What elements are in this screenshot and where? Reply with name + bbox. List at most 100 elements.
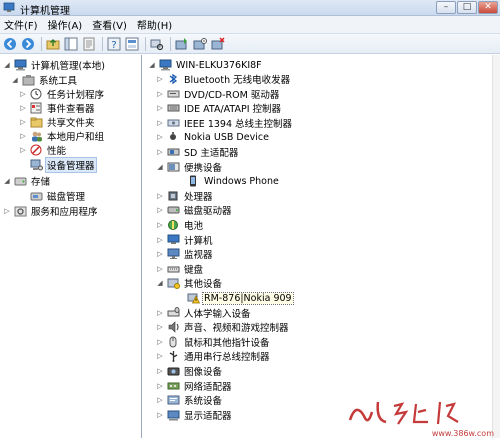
expand-arrow-icon[interactable]: ▷ [18, 103, 28, 113]
device-category-bluetooth[interactable]: ▷ Bluetooth 无线电收发器 [155, 72, 291, 86]
expand-arrow-icon[interactable]: ▷ [2, 206, 12, 216]
tree-item-system-tools[interactable]: ◢ 系统工具 [10, 73, 78, 87]
expand-arrow-icon[interactable]: ▷ [155, 132, 165, 142]
device-category-monitor[interactable]: ▷ 监视器 [155, 247, 214, 261]
show-scope-icon[interactable] [124, 36, 140, 52]
menu-view[interactable]: 查看(V) [92, 17, 127, 32]
device-label: SD 主适配器 [184, 148, 239, 159]
usbctrl-icon [166, 350, 180, 363]
tree-item-computer-management[interactable]: ◢ 计算机管理(本地) [2, 58, 106, 72]
computer-management-icon [3, 2, 15, 12]
tree-item-event-viewer[interactable]: ▷ 事件查看器 [18, 101, 96, 115]
vertical-scrollbar[interactable] [492, 55, 500, 438]
collapse-arrow-icon[interactable]: ◢ [10, 75, 20, 85]
tree-item-storage[interactable]: ◢ 存储 [2, 174, 51, 188]
device-category-portable[interactable]: ◢ 便携设备 [155, 160, 223, 174]
device-category-processor[interactable]: ▷ 处理器 [155, 189, 214, 203]
device-category-mouse[interactable]: ▷ 鼠标和其他指针设备 [155, 335, 271, 349]
toolbar-separator [102, 36, 103, 51]
menu-bar: 文件(F) 操作(A) 查看(V) 帮助(H) [0, 16, 500, 34]
device-category-imaging[interactable]: ▷ 图像设备 [155, 364, 223, 378]
expand-arrow-icon[interactable]: ▷ [155, 366, 165, 376]
tree-item-services[interactable]: ▷ 服务和应用程序 [2, 204, 99, 218]
expand-arrow-icon[interactable]: ▷ [155, 337, 165, 347]
device-manager-icon [29, 159, 43, 172]
expand-arrow-icon[interactable]: ▷ [155, 351, 165, 361]
device-category-sound[interactable]: ▷ 声音、视频和游戏控制器 [155, 320, 290, 334]
device-root-computer[interactable]: ◢ WIN-ELKU376KI8F [147, 58, 263, 72]
help-icon[interactable]: ? [106, 36, 122, 52]
menu-help[interactable]: 帮助(H) [137, 17, 172, 32]
disable-device-icon[interactable] [192, 36, 208, 52]
collapse-arrow-icon[interactable]: ◢ [155, 278, 165, 288]
sd-icon [166, 146, 180, 159]
uninstall-device-icon[interactable] [210, 36, 226, 52]
event-viewer-icon [29, 102, 43, 115]
show-hide-tree-icon[interactable] [63, 36, 79, 52]
collapse-arrow-icon[interactable]: ◢ [147, 60, 157, 70]
device-category-keyboard[interactable]: ▷ 键盘 [155, 262, 204, 276]
expand-arrow-icon[interactable]: ▷ [155, 205, 165, 215]
expand-arrow-icon[interactable]: ▷ [155, 308, 165, 318]
expand-arrow-icon[interactable]: ▷ [155, 118, 165, 128]
up-folder-icon[interactable] [45, 36, 61, 52]
expand-arrow-icon[interactable]: ▷ [18, 89, 28, 99]
expand-arrow-icon[interactable]: ▷ [155, 89, 165, 99]
device-category-disk-drives[interactable]: ▷ 磁盘驱动器 [155, 203, 233, 217]
expand-arrow-icon[interactable]: ▷ [155, 235, 165, 245]
expand-arrow-icon[interactable]: ▷ [155, 220, 165, 230]
device-category-hid[interactable]: ▷ 人体学输入设备 [155, 306, 252, 320]
device-item-rm-876[interactable]: RM-876|Nokia 909 [175, 291, 294, 305]
expand-arrow-icon[interactable]: ▷ [155, 103, 165, 113]
device-category-network[interactable]: ▷ 网络适配器 [155, 379, 233, 393]
maximize-button[interactable]: □ [457, 1, 477, 14]
expand-arrow-icon[interactable]: ▷ [155, 191, 165, 201]
properties-icon[interactable] [81, 36, 97, 52]
tree-item-task-scheduler[interactable]: ▷ 任务计划程序 [18, 87, 105, 101]
device-category-ieee1394[interactable]: ▷ IEEE 1394 总线主控制器 [155, 116, 293, 130]
collapse-arrow-icon[interactable]: ◢ [2, 176, 12, 186]
tree-item-local-users[interactable]: ▷ 本地用户和组 [18, 129, 105, 143]
expand-arrow-icon[interactable]: ▷ [155, 322, 165, 332]
back-icon[interactable] [2, 36, 18, 52]
expand-arrow-icon[interactable]: ▷ [155, 264, 165, 274]
expand-arrow-icon[interactable]: ▷ [18, 131, 28, 141]
expand-arrow-icon[interactable]: ▷ [18, 145, 28, 155]
forward-icon[interactable] [20, 36, 36, 52]
close-button[interactable]: ✕ [478, 1, 498, 14]
device-category-computer[interactable]: ▷ 计算机 [155, 233, 214, 247]
tree-item-shared-folders[interactable]: ▷ 共享文件夹 [18, 115, 96, 129]
device-label: 监视器 [184, 250, 213, 261]
scan-hardware-icon[interactable] [149, 36, 165, 52]
device-category-sd-host[interactable]: ▷ SD 主适配器 [155, 145, 239, 159]
tree-item-performance[interactable]: ▷ 性能 [18, 143, 67, 157]
title-bar: 计算机管理 – □ ✕ [0, 0, 500, 17]
device-category-system[interactable]: ▷ 系统设备 [155, 393, 223, 407]
device-category-display[interactable]: ▷ 显示适配器 [155, 408, 233, 422]
minimize-button[interactable]: – [436, 1, 456, 14]
device-item-windows-phone[interactable]: Windows Phone [175, 174, 280, 188]
cpu-icon [166, 190, 180, 203]
menu-file[interactable]: 文件(F) [4, 17, 38, 32]
expand-arrow-icon[interactable]: ▷ [155, 147, 165, 157]
collapse-arrow-icon[interactable]: ◢ [2, 60, 12, 70]
expand-arrow-icon[interactable]: ▷ [18, 117, 28, 127]
expand-arrow-icon[interactable]: ▷ [155, 249, 165, 259]
expand-arrow-icon[interactable]: ▷ [155, 395, 165, 405]
tree-item-disk-management[interactable]: 磁盘管理 [18, 189, 86, 203]
device-category-dvd[interactable]: ▷ DVD/CD-ROM 驱动器 [155, 87, 280, 101]
device-category-other[interactable]: ◢ 其他设备 [155, 276, 223, 290]
device-category-ide[interactable]: ▷ IDE ATA/ATAPI 控制器 [155, 101, 282, 115]
menu-action[interactable]: 操作(A) [48, 17, 83, 32]
collapse-arrow-icon[interactable]: ◢ [155, 162, 165, 172]
expand-arrow-icon[interactable]: ▷ [155, 74, 165, 84]
expand-arrow-icon[interactable]: ▷ [155, 381, 165, 391]
device-label: 图像设备 [184, 367, 223, 378]
device-category-usb-controllers[interactable]: ▷ 通用串行总线控制器 [155, 349, 271, 363]
toolbar-separator [170, 36, 171, 51]
expand-arrow-icon[interactable]: ▷ [155, 410, 165, 420]
tree-item-device-manager[interactable]: 设备管理器 [18, 157, 97, 173]
update-driver-icon[interactable] [174, 36, 190, 52]
device-category-nokia-usb[interactable]: ▷ Nokia USB Device [155, 130, 270, 144]
device-category-battery[interactable]: ▷ 电池 [155, 218, 204, 232]
